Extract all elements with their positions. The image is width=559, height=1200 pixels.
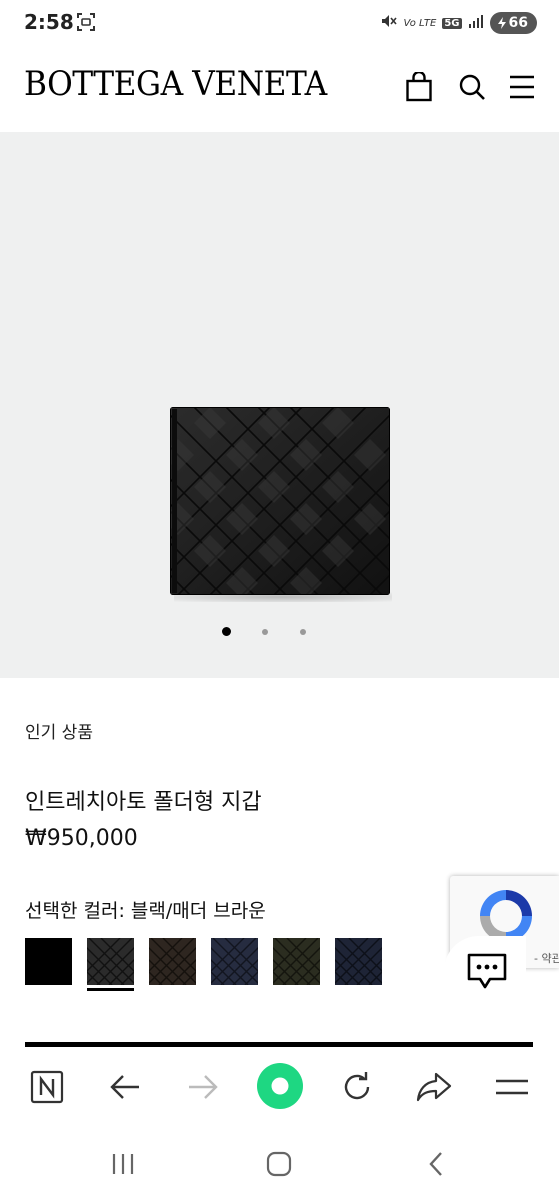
battery-indicator: 66 — [489, 12, 537, 34]
color-swatch-black-weave[interactable] — [87, 938, 134, 985]
color-swatch-olive-weave[interactable] — [273, 938, 320, 985]
home-green-icon[interactable] — [256, 1062, 304, 1110]
recaptcha-terms[interactable]: - 약관 — [534, 950, 559, 966]
product-name: 인트레치아토 폴더형 지갑 — [25, 790, 262, 815]
share-icon[interactable] — [411, 1064, 457, 1110]
charging-icon — [497, 17, 506, 29]
status-bar: 2:58 Vo LTE 5G 66 — [0, 0, 559, 46]
product-price: ₩950,000 — [25, 826, 138, 851]
shopping-bag-icon[interactable] — [402, 70, 436, 104]
chat-widget[interactable] — [444, 936, 526, 1006]
screenshot-icon — [76, 12, 96, 32]
pagination-dot-active[interactable] — [222, 627, 231, 636]
reload-icon[interactable] — [334, 1064, 380, 1110]
forward-arrow-icon[interactable] — [180, 1064, 226, 1110]
color-swatch-navy-weave[interactable] — [211, 938, 258, 985]
brand-logo[interactable]: BOTTEGA VENETA — [24, 64, 327, 104]
signal-icon — [468, 13, 484, 33]
search-icon[interactable] — [455, 70, 489, 104]
battery-level: 66 — [508, 15, 528, 31]
selected-swatch-indicator — [87, 988, 134, 991]
home-icon[interactable] — [259, 1144, 299, 1184]
color-swatch-black[interactable] — [25, 938, 72, 985]
lte-label: Vo LTE — [403, 17, 437, 29]
color-swatch-brown-weave[interactable] — [149, 938, 196, 985]
browser-menu-icon[interactable] — [489, 1064, 535, 1110]
product-category: 인기 상품 — [25, 723, 93, 743]
selected-color-label: 선택한 컬러: 블랙/매더 브라운 — [25, 900, 266, 922]
product-image-gallery[interactable] — [0, 132, 559, 678]
add-to-cart-bar[interactable] — [25, 1042, 533, 1047]
status-time: 2:58 — [24, 10, 74, 34]
pagination-dot[interactable] — [300, 629, 306, 635]
gallery-pagination — [0, 627, 559, 639]
system-nav-bar — [0, 1124, 559, 1200]
wallet-image — [170, 407, 390, 595]
status-icons: Vo LTE 5G 66 — [379, 10, 537, 36]
menu-icon[interactable] — [505, 70, 539, 104]
mute-icon — [379, 12, 398, 34]
network-5g-icon: 5G — [442, 17, 462, 29]
site-header: BOTTEGA VENETA — [0, 46, 559, 132]
pagination-dot[interactable] — [262, 629, 268, 635]
back-icon[interactable] — [416, 1144, 456, 1184]
recents-icon[interactable] — [103, 1144, 143, 1184]
browser-toolbar — [0, 1050, 559, 1124]
chat-icon — [467, 953, 507, 989]
naver-n-icon[interactable] — [24, 1064, 70, 1110]
color-swatch-dark-navy-weave[interactable] — [335, 938, 382, 985]
back-arrow-icon[interactable] — [102, 1064, 148, 1110]
